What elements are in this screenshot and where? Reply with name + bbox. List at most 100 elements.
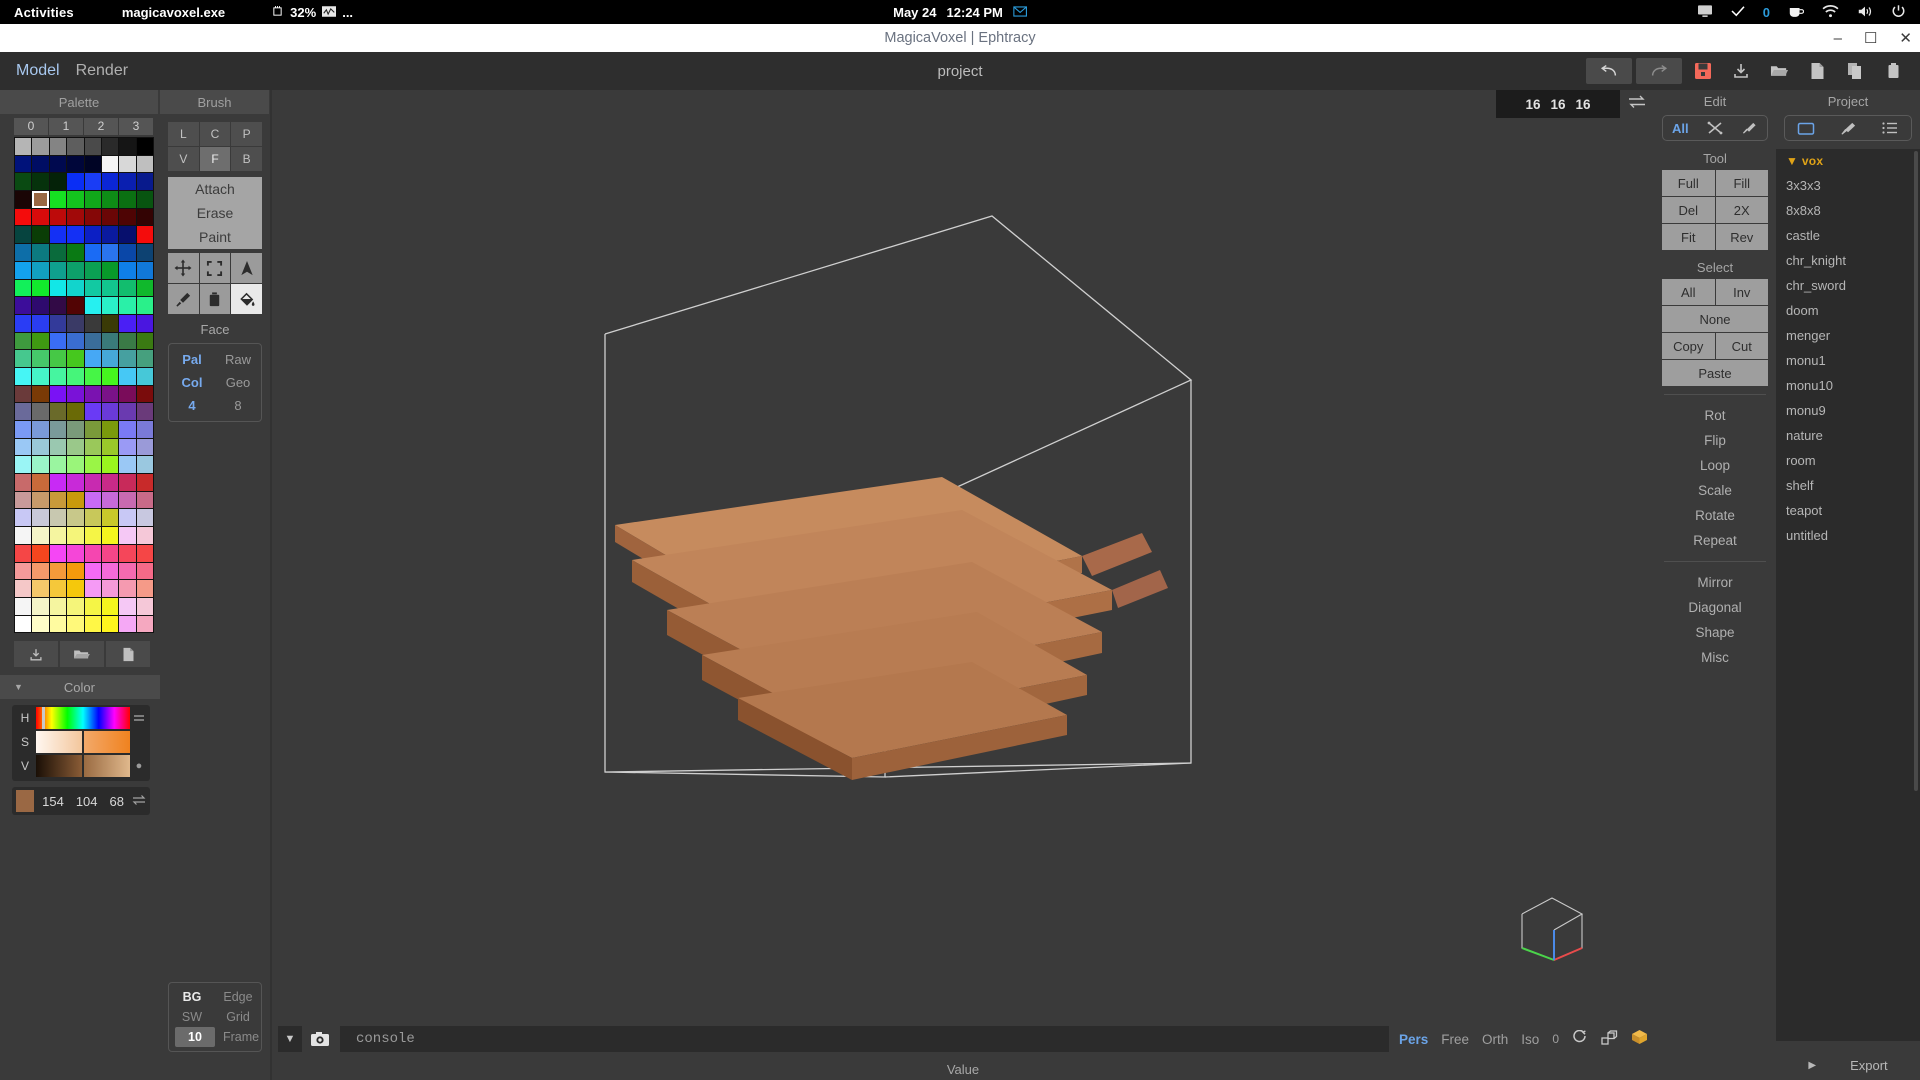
palette-swatch[interactable] bbox=[101, 173, 119, 191]
edit-mode-transform-icon[interactable] bbox=[1698, 116, 1733, 140]
palette-swatch[interactable] bbox=[49, 244, 67, 261]
palette-swatch[interactable] bbox=[15, 509, 32, 527]
face-count-8-option[interactable]: 8 bbox=[215, 394, 261, 417]
palette-swatch[interactable] bbox=[101, 562, 119, 580]
palette-swatch[interactable] bbox=[49, 456, 67, 474]
project-list-item[interactable]: castle bbox=[1776, 223, 1920, 248]
wifi-icon[interactable] bbox=[1822, 4, 1839, 20]
palette-swatch[interactable] bbox=[84, 385, 101, 403]
palette-swatch[interactable] bbox=[67, 332, 84, 350]
project-folder-icon[interactable] bbox=[1785, 116, 1827, 140]
palette-swatch[interactable] bbox=[15, 350, 32, 367]
hue-slider-row[interactable]: H bbox=[14, 707, 148, 730]
menu-item-model[interactable]: Model bbox=[16, 62, 60, 80]
palette-swatch[interactable] bbox=[119, 173, 136, 191]
edit-link-shape[interactable]: Shape bbox=[1654, 620, 1776, 645]
palette-swatch[interactable] bbox=[49, 491, 67, 509]
rgb-r-value[interactable]: 154 bbox=[42, 794, 64, 809]
color-section-header[interactable]: ▼ Color bbox=[0, 675, 160, 700]
palette-swatch[interactable] bbox=[101, 491, 119, 509]
minimize-button[interactable]: – bbox=[1834, 30, 1842, 47]
palette-swatch[interactable] bbox=[84, 580, 101, 597]
palette-swatch[interactable] bbox=[136, 279, 153, 297]
project-list-item[interactable]: chr_sword bbox=[1776, 273, 1920, 298]
palette-swatch[interactable] bbox=[84, 191, 101, 208]
palette-swatch[interactable] bbox=[15, 332, 32, 350]
maximize-button[interactable]: ☐ bbox=[1864, 29, 1877, 47]
brush-mode-f[interactable]: F bbox=[199, 147, 231, 171]
palette-swatch[interactable] bbox=[67, 615, 84, 633]
palette-swatch[interactable] bbox=[101, 138, 119, 155]
project-root-caret-icon[interactable]: ▼ bbox=[1786, 154, 1798, 168]
palette-swatch[interactable] bbox=[119, 155, 136, 173]
palette-swatch[interactable] bbox=[101, 385, 119, 403]
activities-button[interactable]: Activities bbox=[14, 5, 74, 20]
palette-swatch[interactable] bbox=[119, 208, 136, 226]
brush-mode-b[interactable]: B bbox=[231, 147, 262, 171]
palette-swatch[interactable] bbox=[49, 597, 67, 615]
palette-swatch[interactable] bbox=[32, 367, 49, 385]
palette-swatch[interactable] bbox=[136, 421, 153, 438]
edit-mode-settings-icon[interactable] bbox=[1732, 116, 1767, 140]
palette-swatch[interactable] bbox=[32, 597, 49, 615]
palette-swatch[interactable] bbox=[67, 226, 84, 244]
palette-swatch[interactable] bbox=[32, 385, 49, 403]
project-list-icon[interactable] bbox=[1869, 116, 1911, 140]
palette-swatch[interactable] bbox=[32, 138, 49, 155]
edge-toggle[interactable]: Edge bbox=[215, 987, 261, 1007]
rgb-b-value[interactable]: 68 bbox=[110, 794, 124, 809]
brush-mode-v[interactable]: V bbox=[168, 147, 199, 171]
palette-swatch[interactable] bbox=[15, 438, 32, 456]
palette-swatch[interactable] bbox=[15, 474, 32, 491]
palette-swatch[interactable] bbox=[136, 438, 153, 456]
face-pal-option[interactable]: Pal bbox=[169, 348, 215, 371]
rotate-icon[interactable] bbox=[1572, 1029, 1588, 1049]
project-list-item[interactable]: shelf bbox=[1776, 473, 1920, 498]
palette-swatch[interactable] bbox=[84, 509, 101, 527]
new-file-button[interactable] bbox=[1800, 58, 1834, 84]
menu-item-render[interactable]: Render bbox=[76, 62, 128, 80]
palette-swatch[interactable] bbox=[101, 438, 119, 456]
check-icon[interactable] bbox=[1731, 5, 1745, 19]
palette-swatch[interactable] bbox=[84, 597, 101, 615]
dot-icon[interactable]: ● bbox=[130, 755, 148, 777]
tool-rev-button[interactable]: Rev bbox=[1715, 224, 1768, 250]
palette-swatch[interactable] bbox=[49, 474, 67, 491]
hue-handle[interactable] bbox=[42, 707, 45, 730]
palette-swatch[interactable] bbox=[49, 580, 67, 597]
select-copy-button[interactable]: Copy bbox=[1662, 333, 1715, 359]
palette-swatch[interactable] bbox=[15, 297, 32, 314]
palette-swatch[interactable] bbox=[136, 491, 153, 509]
palette-swatch[interactable] bbox=[49, 279, 67, 297]
palette-swatch[interactable] bbox=[119, 244, 136, 261]
palette-swatch[interactable] bbox=[67, 279, 84, 297]
face-col-option[interactable]: Col bbox=[169, 371, 215, 394]
palette-swatch[interactable] bbox=[32, 297, 49, 314]
tool-full-button[interactable]: Full bbox=[1662, 170, 1715, 196]
palette-swatch[interactable] bbox=[101, 403, 119, 420]
current-color-swatch[interactable] bbox=[16, 790, 35, 813]
palette-swatch[interactable] bbox=[136, 191, 153, 208]
edit-link-rotate[interactable]: Rotate bbox=[1654, 503, 1776, 528]
project-list-item[interactable]: 8x8x8 bbox=[1776, 198, 1920, 223]
palette-swatch[interactable] bbox=[101, 155, 119, 173]
palette-swatch[interactable] bbox=[15, 367, 32, 385]
palette-swatch[interactable] bbox=[49, 332, 67, 350]
palette-swatch[interactable] bbox=[101, 421, 119, 438]
palette-swatch[interactable] bbox=[136, 580, 153, 597]
palette-swatch[interactable] bbox=[15, 527, 32, 544]
palette-swatch[interactable] bbox=[15, 456, 32, 474]
palette-swatch[interactable] bbox=[32, 456, 49, 474]
project-list-item[interactable]: nature bbox=[1776, 423, 1920, 448]
palette-swatch[interactable] bbox=[32, 421, 49, 438]
palette-swatch[interactable] bbox=[119, 261, 136, 279]
palette-swatch[interactable] bbox=[84, 297, 101, 314]
export-expand-arrow-icon[interactable]: ▶ bbox=[1808, 1060, 1816, 1071]
palette-open-button[interactable] bbox=[60, 641, 104, 668]
palette-swatch[interactable] bbox=[32, 562, 49, 580]
palette-swatch[interactable] bbox=[119, 403, 136, 420]
palette-swatch[interactable] bbox=[15, 597, 32, 615]
palette-swatch[interactable] bbox=[15, 138, 32, 155]
mail-icon[interactable] bbox=[1013, 5, 1027, 19]
palette-swatch[interactable] bbox=[101, 456, 119, 474]
